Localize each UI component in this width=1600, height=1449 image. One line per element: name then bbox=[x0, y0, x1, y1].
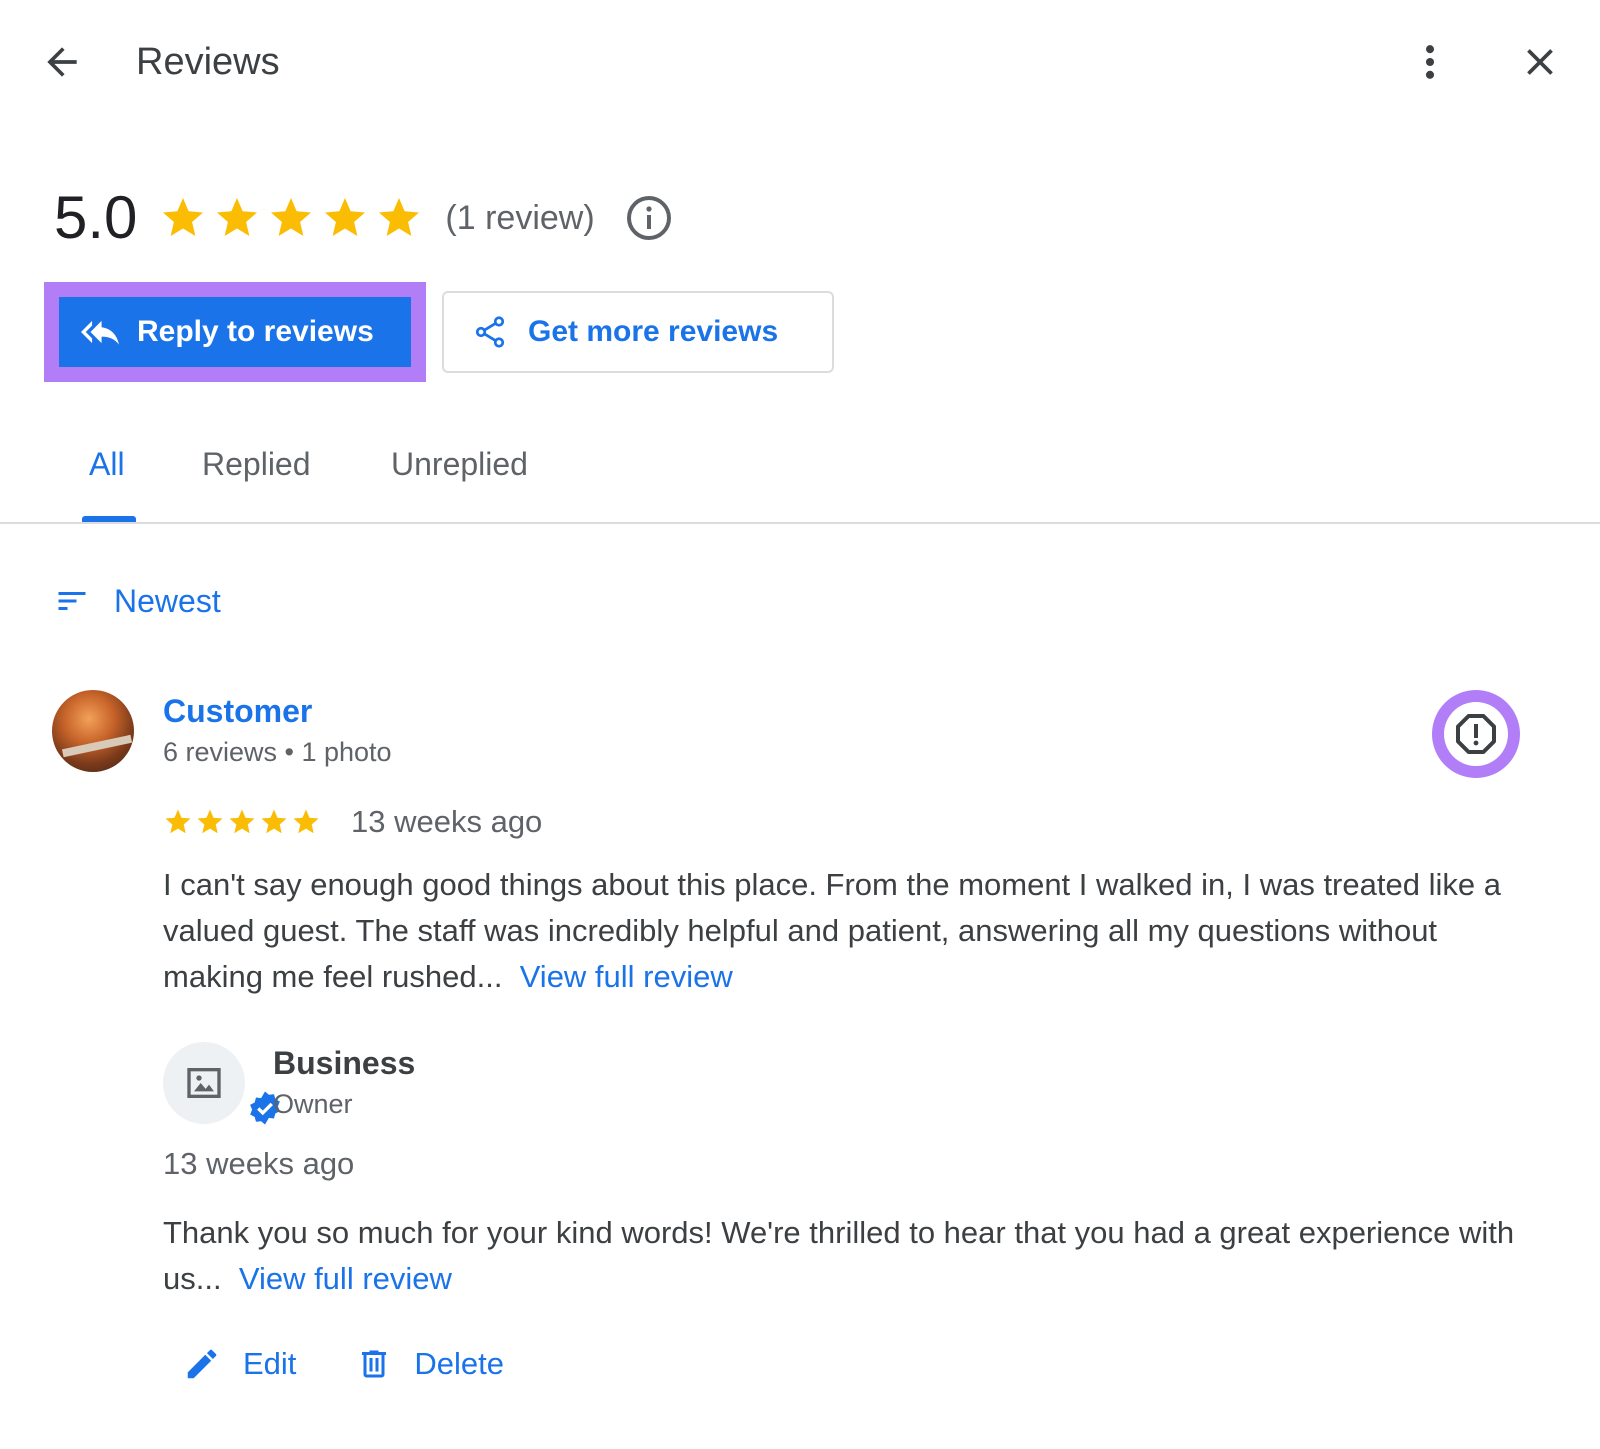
edit-reply-button[interactable]: Edit bbox=[183, 1345, 296, 1383]
tab-replied[interactable]: Replied bbox=[202, 440, 311, 488]
reply-to-reviews-label: Reply to reviews bbox=[137, 315, 374, 348]
view-full-review-link[interactable]: View full review bbox=[520, 959, 733, 994]
reply-text: Thank you so much for your kind words! W… bbox=[163, 1210, 1533, 1302]
review-rating-row: 13 weeks ago bbox=[163, 800, 542, 844]
star-icon bbox=[217, 198, 258, 236]
pencil-icon bbox=[187, 1349, 217, 1379]
star-icon bbox=[197, 809, 223, 834]
review-count: (1 review) bbox=[445, 198, 595, 237]
arrow-left-icon bbox=[47, 47, 77, 77]
owner-name: Business bbox=[273, 1045, 416, 1081]
report-icon bbox=[1456, 714, 1496, 754]
star-icon bbox=[325, 198, 366, 236]
more-options-button[interactable] bbox=[1404, 36, 1456, 88]
star-icon bbox=[379, 198, 420, 236]
review-body: I can't say enough good things about thi… bbox=[163, 867, 1501, 994]
review-filter-tabs: All Replied Unreplied bbox=[0, 420, 1600, 524]
close-icon bbox=[1527, 49, 1553, 75]
close-button[interactable] bbox=[1514, 36, 1566, 88]
star-icon bbox=[229, 809, 255, 834]
tab-all[interactable]: All bbox=[89, 440, 125, 488]
star-icon bbox=[261, 809, 287, 834]
star-icon bbox=[163, 198, 204, 236]
share-icon bbox=[475, 316, 505, 348]
more-vert-icon bbox=[1425, 45, 1435, 79]
reply-actions: Edit Delete bbox=[183, 1338, 504, 1390]
reply-time: 13 weeks ago bbox=[163, 1146, 355, 1181]
info-button[interactable] bbox=[625, 194, 673, 242]
reply-to-reviews-button[interactable]: Reply to reviews bbox=[59, 297, 411, 367]
sort-icon bbox=[58, 592, 86, 610]
rating-summary: 5.0 (1 review) bbox=[54, 182, 673, 254]
report-review-button[interactable] bbox=[1432, 690, 1520, 778]
get-more-reviews-button[interactable]: Get more reviews bbox=[442, 291, 834, 373]
image-placeholder-icon bbox=[187, 1068, 221, 1098]
reviewer-name[interactable]: Customer bbox=[163, 690, 312, 732]
owner-role: Owner bbox=[273, 1089, 353, 1119]
back-button[interactable] bbox=[36, 36, 88, 88]
rating-stars bbox=[159, 194, 423, 242]
review-text: I can't say enough good things about thi… bbox=[163, 862, 1523, 1000]
review-actions: Reply to reviews Get more reviews bbox=[44, 282, 834, 382]
info-icon bbox=[626, 196, 671, 240]
star-icon bbox=[293, 809, 319, 834]
star-icon bbox=[271, 198, 312, 236]
get-more-reviews-label: Get more reviews bbox=[528, 315, 779, 348]
view-full-reply-link[interactable]: View full review bbox=[239, 1261, 452, 1296]
review-stars bbox=[163, 807, 321, 837]
delete-reply-button[interactable]: Delete bbox=[356, 1346, 504, 1382]
trash-icon bbox=[362, 1350, 387, 1378]
reply-all-icon bbox=[81, 320, 119, 345]
report-button-inner bbox=[1444, 702, 1508, 766]
sort-label: Newest bbox=[114, 582, 221, 619]
highlight-frame: Reply to reviews bbox=[44, 282, 426, 382]
owner-avatar bbox=[163, 1042, 280, 1125]
sort-button[interactable]: Newest bbox=[54, 578, 221, 624]
star-icon bbox=[165, 809, 191, 834]
panel-header: Reviews bbox=[0, 0, 1600, 124]
average-rating: 5.0 bbox=[54, 184, 138, 251]
tab-unreplied[interactable]: Unreplied bbox=[391, 440, 528, 488]
review-time: 13 weeks ago bbox=[351, 804, 543, 839]
reviewer-avatar[interactable] bbox=[52, 690, 134, 772]
edit-label: Edit bbox=[243, 1346, 297, 1381]
reviewer-meta: 6 reviews • 1 photo bbox=[163, 737, 392, 767]
page-title: Reviews bbox=[136, 41, 280, 83]
active-tab-indicator bbox=[82, 516, 136, 522]
delete-label: Delete bbox=[414, 1346, 505, 1381]
